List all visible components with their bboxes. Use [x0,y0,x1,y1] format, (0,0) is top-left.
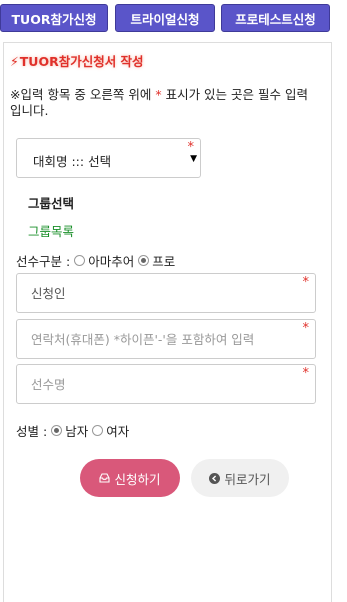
form-title: ⚡TUOR참가신청서 작성 [10,51,144,70]
nav-pro-test-apply-button[interactable]: 프로테스트신청 [221,4,330,32]
notice-prefix: ※입력 항목 중 오른쪽 위에 [10,87,156,102]
player-type-amateur-radio[interactable] [74,255,86,266]
apply-button[interactable]: 신청하기 [80,459,180,497]
gender-male-radio[interactable] [51,425,63,436]
player-type-row: 선수구분 : 아마추어 프로 [16,251,175,270]
applicant-input[interactable] [17,274,315,312]
gender-label: 성별 : [16,424,48,439]
player-name-field: * [16,364,316,404]
required-mark: * [187,140,195,155]
required-mark: * [302,321,310,336]
player-type-amateur-label: 아마추어 [88,254,135,269]
required-mark: * [302,366,310,381]
player-type-pro-label: 프로 [152,254,176,269]
contact-input[interactable] [17,320,315,358]
competition-select-value: 대회명 ::: 선택 [33,154,112,169]
player-type-pro-radio[interactable] [138,255,150,266]
gender-female-radio[interactable] [92,425,104,436]
player-type-label: 선수구분 : [16,254,71,269]
nav-tuor-apply-button[interactable]: TUOR참가신청 [0,4,108,32]
back-button[interactable]: 뒤로가기 [191,459,289,497]
application-form-panel: ⚡TUOR참가신청서 작성 ※입력 항목 중 오른쪽 위에 * 표시가 있는 곳… [3,42,332,602]
required-mark: * [302,275,310,290]
competition-select[interactable]: 대회명 ::: 선택 ▼ * [16,138,201,178]
group-select-label: 그룹선택 [28,196,75,211]
applicant-field: * [16,273,316,313]
gender-female-label: 여자 [106,424,130,439]
required-notice: ※입력 항목 중 오른쪽 위에 * 표시가 있는 곳은 필수 입력입니다. [10,87,310,119]
nav-trial-apply-button[interactable]: 트라이얼신청 [115,4,215,32]
back-button-label: 뒤로가기 [224,471,271,487]
top-navigation: TUOR참가신청 트라이얼신청 프로테스트신청 [0,4,347,34]
lightning-bolt-icon: ⚡ [10,54,19,69]
gender-male-label: 남자 [65,424,89,439]
gender-row: 성별 : 남자 여자 [16,421,129,440]
form-title-text: TUOR참가신청서 작성 [19,54,144,69]
dropdown-arrow-icon: ▼ [190,154,197,164]
group-list-link[interactable]: 그룹목록 [28,221,74,240]
contact-field: * [16,319,316,359]
player-name-input[interactable] [17,365,315,403]
inbox-icon [99,473,111,483]
apply-button-label: 신청하기 [114,471,161,487]
circle-arrow-left-icon [209,472,221,484]
